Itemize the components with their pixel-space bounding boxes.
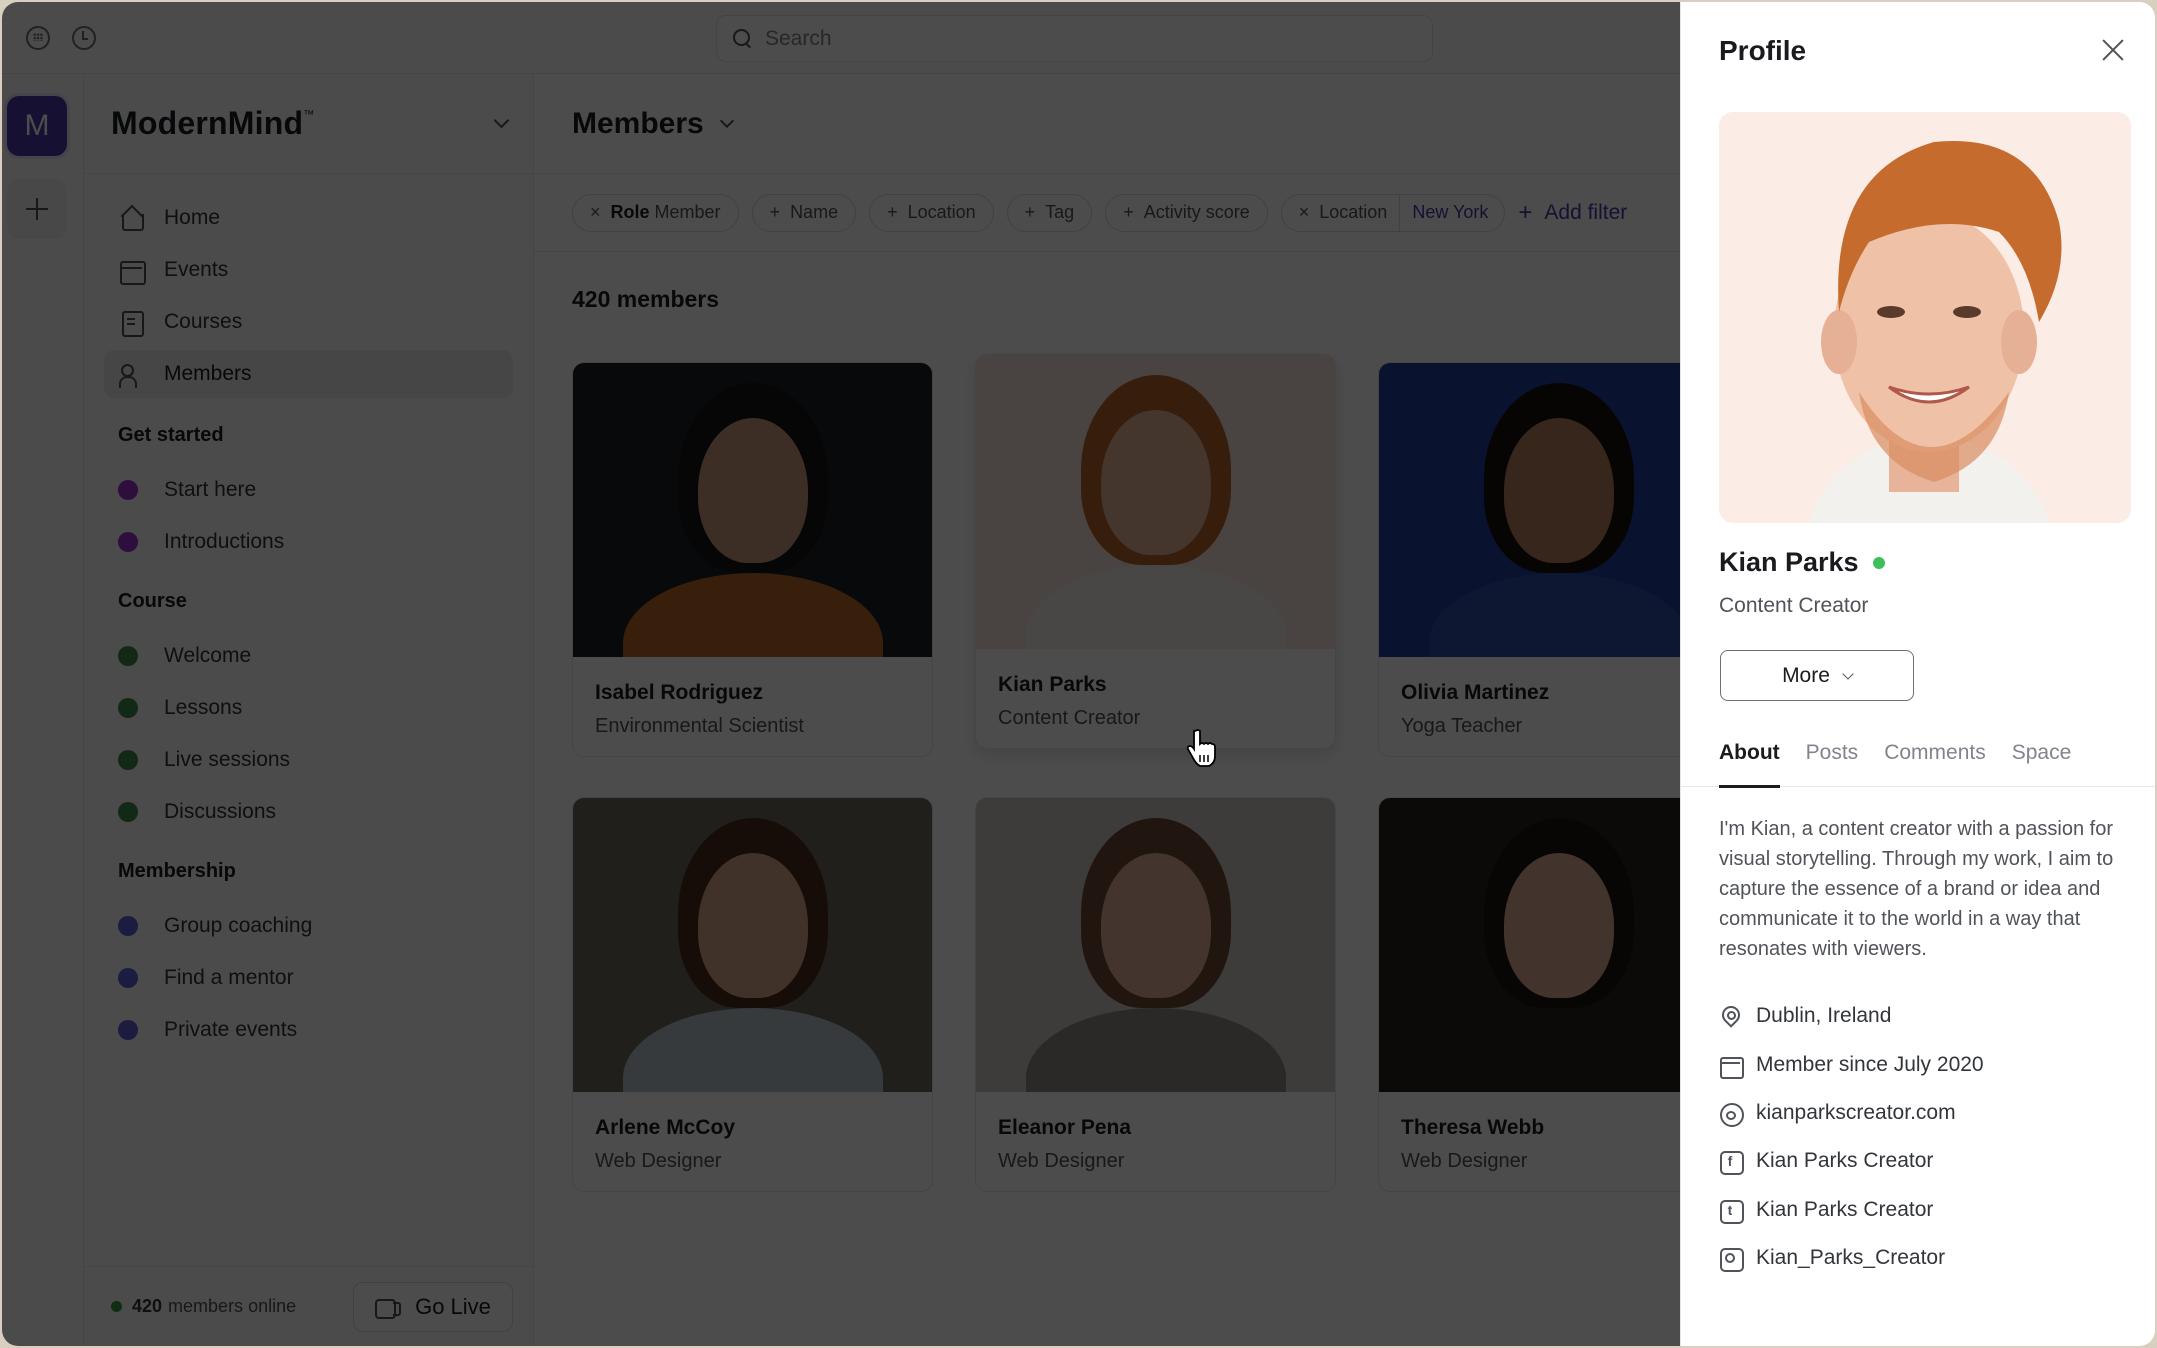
profile-role: Content Creator [1719,594,1869,617]
profile-photo [1719,112,2131,523]
profile-name-row: Kian Parks [1719,547,1885,578]
panel-title: Profile [1719,35,1807,66]
chevron-down-icon [1842,667,1854,680]
instagram-icon [1719,1247,1744,1273]
tab-space[interactable]: Space [2012,737,2072,787]
more-button[interactable]: More [1720,650,1914,701]
profile-tabs: About Posts Comments Space [1681,737,2155,788]
twitter-link[interactable]: Kian Parks Creator [1756,1198,1933,1222]
close-icon[interactable] [2101,38,2125,62]
website-link[interactable]: kianparkscreator.com [1756,1101,1956,1125]
modal-backdrop[interactable] [2,2,1680,1346]
tab-about[interactable]: About [1719,737,1780,788]
facebook-icon: f [1719,1150,1744,1176]
instagram-link[interactable]: Kian_Parks_Creator [1756,1246,1945,1270]
app-window: Search M ModernMind™ Home Events Courses [2,2,2155,1346]
detail-member-since: Member since July 2020 [1719,1040,1984,1088]
twitter-icon: t [1719,1199,1744,1224]
detail-text: Member since July 2020 [1756,1052,1984,1076]
detail-location: Dublin, Ireland [1719,992,1984,1040]
detail-text: Dublin, Ireland [1756,1004,1892,1028]
globe-icon [1719,1102,1744,1127]
detail-facebook[interactable]: f Kian Parks Creator [1719,1137,1984,1185]
profile-bio: I'm Kian, a content creator with a passi… [1719,818,2114,960]
online-status-dot [1872,556,1885,569]
profile-photo-illustration [1719,112,2131,523]
hand-cursor-icon [1186,729,1216,767]
detail-website[interactable]: kianparkscreator.com [1719,1089,1984,1137]
profile-details: Dublin, Ireland Member since July 2020 k… [1719,992,1984,1282]
profile-name: Kian Parks [1719,547,1859,577]
tab-posts[interactable]: Posts [1806,737,1859,787]
tab-comments[interactable]: Comments [1884,737,1986,787]
detail-instagram[interactable]: Kian_Parks_Creator [1719,1234,1984,1282]
more-label: More [1782,663,1830,687]
facebook-link[interactable]: Kian Parks Creator [1756,1149,1933,1173]
location-pin-icon [1719,1005,1741,1027]
calendar-icon [1719,1054,1744,1079]
profile-panel: Profile Kian Parks Content Creator More … [1680,2,2155,1346]
detail-twitter[interactable]: t Kian Parks Creator [1719,1186,1984,1234]
